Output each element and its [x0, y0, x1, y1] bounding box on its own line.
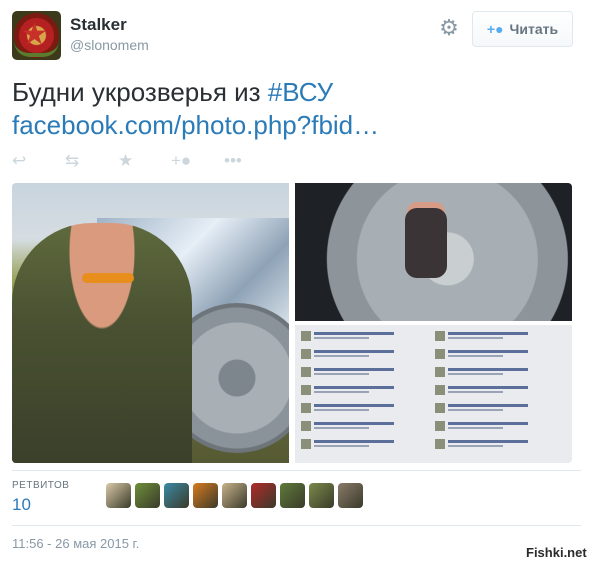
retweeter-avatar[interactable] — [309, 483, 334, 508]
retweeters-avatars — [106, 483, 363, 508]
retweeter-avatar[interactable] — [193, 483, 218, 508]
soldier-figure — [12, 223, 192, 463]
tweet-stats: РЕТВИТОВ 10 — [12, 478, 581, 522]
favorite-icon[interactable]: ★ — [118, 150, 171, 172]
hashtag-link[interactable]: #ВСУ — [268, 77, 333, 107]
gear-icon[interactable]: ⚙ — [438, 17, 460, 39]
retweets-count[interactable]: 10 — [12, 495, 31, 515]
tweet-media-grid — [12, 183, 572, 463]
follow-button[interactable]: +● Читать — [472, 11, 573, 47]
tweet-text: Будни укрозверья из #ВСУ facebook.com/ph… — [12, 76, 581, 142]
retweeter-avatar[interactable] — [280, 483, 305, 508]
more-icon[interactable]: ••• — [224, 150, 277, 172]
retweeter-avatar[interactable] — [106, 483, 131, 508]
tweet-header: ★ Stalker @slonomem ⚙ +● Читать — [12, 11, 581, 61]
retweeter-avatar[interactable] — [135, 483, 160, 508]
tweet-text-body: Будни укрозверья из — [12, 77, 268, 107]
reply-icon[interactable]: ↩ — [12, 150, 65, 172]
retweeter-avatar[interactable] — [251, 483, 276, 508]
hand-shape — [405, 208, 447, 278]
follow-icon[interactable]: +● — [171, 150, 224, 172]
retweeter-avatar[interactable] — [164, 483, 189, 508]
follow-button-label: Читать — [509, 21, 559, 37]
retweeter-avatar[interactable] — [338, 483, 363, 508]
orange-glasses — [82, 273, 134, 283]
retweet-icon[interactable]: ⇆ — [65, 150, 118, 172]
add-user-icon: +● — [486, 21, 504, 37]
author-screenname[interactable]: @slonomem — [70, 37, 149, 53]
retweeter-avatar[interactable] — [222, 483, 247, 508]
retweets-label: РЕТВИТОВ — [12, 480, 70, 491]
stats-top-divider — [12, 470, 581, 471]
site-watermark: Fishki.net — [526, 545, 587, 560]
author-names[interactable]: Stalker @slonomem — [70, 15, 149, 53]
wreath-decoration — [14, 41, 59, 57]
tweet-action-bar: ↩ ⇆ ★ +● ••• — [12, 150, 277, 172]
facebook-link[interactable]: facebook.com/photo.php?fbid… — [12, 109, 581, 142]
hand-on-wheel-closeup-photo[interactable] — [295, 183, 572, 321]
author-fullname[interactable]: Stalker — [70, 15, 149, 35]
facebook-comments-screenshot[interactable] — [295, 325, 572, 463]
soldier-with-wheel-photo[interactable] — [12, 183, 289, 463]
author-avatar[interactable]: ★ — [12, 11, 61, 60]
tweet-timestamp[interactable]: 11:56 - 26 мая 2015 г. — [12, 536, 139, 551]
stats-bottom-divider — [12, 525, 581, 526]
